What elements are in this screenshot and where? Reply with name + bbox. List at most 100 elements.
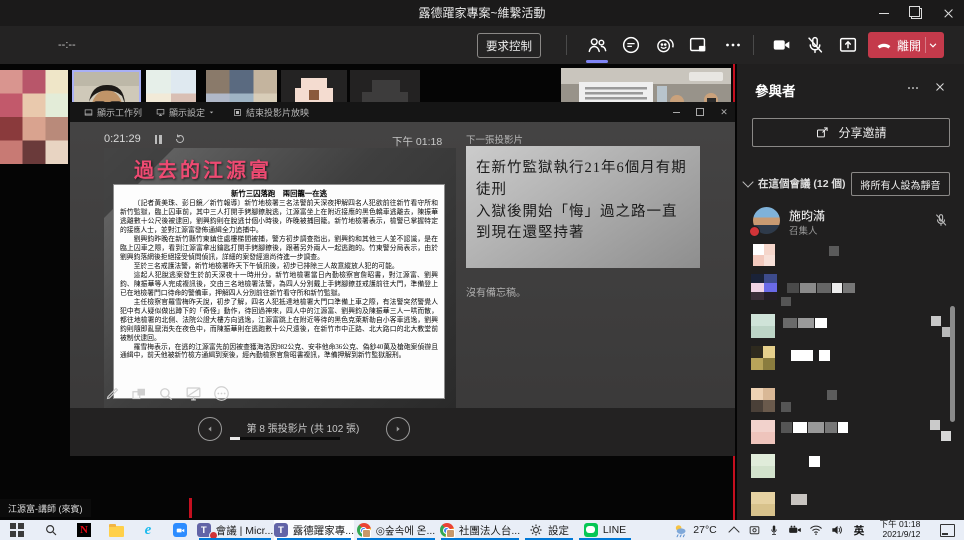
mic-off-icon[interactable]: [798, 29, 831, 61]
reactions-icon[interactable]: [648, 29, 681, 61]
close-icon[interactable]: [932, 0, 964, 26]
window-title: 露德躍家專案~維繫活動: [0, 0, 964, 26]
current-slide: 過去的江源富 新竹三囚落跑 兩回籠一在逃 〔記者黃美珠、彭日鏡／新竹報導〕新竹地…: [104, 148, 456, 408]
ppt-show-taskbar-button[interactable]: 顯示工作列: [84, 106, 142, 119]
maximize-icon[interactable]: [900, 0, 932, 26]
next-slide-icon[interactable]: [386, 417, 410, 441]
search-icon[interactable]: [34, 520, 68, 540]
weather-widget[interactable]: 27°C: [666, 520, 724, 540]
tray-camera-icon[interactable]: [784, 520, 806, 540]
taskbar-item-settings[interactable]: 設定: [522, 520, 576, 540]
leave-button[interactable]: 離開: [868, 32, 944, 58]
share-screen-icon[interactable]: [831, 29, 864, 61]
meeting-toolbar: --:-- 要求控制: [0, 26, 964, 64]
participant-name: 施昀滿: [789, 207, 825, 224]
ppt-window-chrome: 顯示工作列 顯示設定 結束投影片放映 ✕: [70, 102, 735, 122]
chevron-down-icon: [742, 176, 753, 187]
video-tile[interactable]: [0, 70, 68, 164]
request-control-button[interactable]: 要求控制: [477, 33, 541, 58]
status-busy-badge: [749, 226, 760, 237]
ppt-close-icon[interactable]: ✕: [717, 105, 731, 119]
taskbar-item-teams-meeting[interactable]: T 會議 | Micr...: [196, 520, 274, 540]
hang-up-icon: [875, 36, 893, 54]
ppt-display-settings-button[interactable]: 顯示設定: [156, 106, 219, 119]
tray-volume-icon[interactable]: [826, 520, 848, 540]
gear-icon: [529, 523, 543, 537]
notification-badge: [209, 531, 218, 540]
taskbar-item-line[interactable]: LINE: [576, 520, 634, 540]
weather-icon: [673, 523, 688, 538]
next-slide-preview[interactable]: 在新竹監獄執行21年6個月有期徒刑 入獄後開始「悔」過之路一直到現在還堅持著: [466, 146, 700, 268]
scrollbar[interactable]: [950, 306, 955, 422]
article-paragraph: 主任檢察官羅雪梅昨天說，初步了解，四名人犯抵達地檢署大門口準備上車之際，有法警突…: [120, 299, 438, 344]
more-tools-icon[interactable]: [212, 384, 231, 403]
participants-panel: 參與者 分享邀請 在這個會議 (12 個) 將所有人設為靜音 施昀滿 召集人: [737, 64, 964, 520]
meeting-timer: --:--: [58, 26, 76, 64]
slide-title: 過去的江源富: [134, 154, 272, 183]
participant-mic-off-icon[interactable]: [933, 212, 949, 228]
next-slide-label: 下一張投影片: [466, 132, 523, 146]
participant-role: 召集人: [789, 223, 818, 237]
pen-icon[interactable]: [104, 385, 121, 402]
divider: [753, 35, 754, 55]
netflix-icon[interactable]: N: [68, 520, 100, 540]
share-invite-button[interactable]: 分享邀請: [752, 118, 950, 147]
tray-expand-icon[interactable]: [724, 520, 744, 540]
shared-powerpoint-window: 顯示工作列 顯示設定 結束投影片放映 ✕ 0:21:29 下午 01:18: [70, 102, 735, 456]
participants-icon[interactable]: [580, 29, 613, 61]
article-paragraph: 羅雪梅表示，在逃的江源富先前因被查獲海洛因982公克、安非他命36公克、偽鈔40…: [120, 344, 438, 362]
start-button[interactable]: [0, 520, 34, 540]
pause-icon[interactable]: [155, 135, 162, 144]
slide-nav-strip: 第 8 張投影片 (共 102 張): [70, 408, 735, 456]
article-paragraph: 至於三名戒護法警，新竹地檢署昨天下午偵訊後，初步已排除三人故意縱放人犯的可能。: [120, 263, 438, 272]
previous-slide-icon[interactable]: [198, 417, 222, 441]
article-paragraph: 〔記者黃美珠、彭日鏡／新竹報導〕新竹地檢署三名法警前天深夜押解四名人犯欲前往新竹…: [120, 200, 438, 236]
windows-taskbar: N e T 會議 | Micr... T露德躍家專... ◎숲속에 온... 社…: [0, 520, 964, 540]
window-titlebar: 露德躍家專案~維繫活動: [0, 0, 964, 26]
participant-list-anonymized[interactable]: [745, 242, 960, 522]
chevron-down-icon[interactable]: [926, 38, 940, 52]
tray-wifi-icon[interactable]: [806, 520, 826, 540]
minimize-icon[interactable]: [868, 0, 900, 26]
tray-mic-icon[interactable]: [764, 520, 784, 540]
mute-all-button[interactable]: 將所有人設為靜音: [851, 172, 950, 196]
magnifier-icon[interactable]: [157, 385, 175, 403]
restart-timer-icon[interactable]: [174, 133, 186, 145]
panel-title: 參與者: [755, 80, 796, 100]
action-center-icon[interactable]: [930, 520, 964, 540]
panel-close-icon[interactable]: [933, 80, 947, 94]
chat-icon[interactable]: [614, 29, 647, 61]
notes-placeholder: 沒有備忘稿。: [466, 284, 526, 299]
active-panel-underline: [586, 60, 608, 63]
tray-input-language[interactable]: 英: [848, 520, 870, 540]
taskbar-item-teams-app[interactable]: T露德躍家專...: [274, 520, 354, 540]
next-slide-text: 入獄後開始「悔」過之路一直到現在還堅持著: [476, 202, 690, 246]
leave-label: 離開: [897, 37, 921, 54]
article-headline: 新竹三囚落跑 兩回籠一在逃: [120, 188, 438, 199]
slides-grid-icon[interactable]: [130, 385, 148, 403]
camera-icon[interactable]: [765, 29, 798, 61]
breakout-rooms-icon[interactable]: [681, 29, 714, 61]
file-explorer-icon[interactable]: [100, 520, 132, 540]
ppt-clock: 下午 01:18: [392, 134, 442, 149]
screen-share-border: [189, 498, 192, 518]
ppt-end-show-button[interactable]: 結束投影片放映: [233, 106, 309, 119]
ppt-timer-row: 0:21:29: [104, 132, 186, 146]
zoom-app-icon[interactable]: [164, 520, 196, 540]
ppt-minimize-icon[interactable]: [669, 105, 683, 119]
article-paragraph: 劉興鈞昨晚在新竹縣竹東鎮住處樓梯間被捕，警方初步調查指出，劉興鈞和其他三人並不認…: [120, 236, 438, 263]
line-icon: [584, 523, 598, 537]
taskbar-clock[interactable]: 下午 01:18 2021/9/12: [870, 520, 930, 540]
panel-more-icon[interactable]: [905, 80, 921, 96]
taskbar-item-chrome-2[interactable]: 社團法人台...: [438, 520, 522, 540]
taskbar-item-chrome-1[interactable]: ◎숲속에 온...: [354, 520, 438, 540]
participant-row[interactable]: 施昀滿 召集人: [747, 204, 954, 242]
tray-display-icon[interactable]: [744, 520, 764, 540]
slide-article: 新竹三囚落跑 兩回籠一在逃 〔記者黃美珠、彭日鏡／新竹報導〕新竹地檢署三名法警前…: [113, 184, 445, 399]
internet-explorer-icon[interactable]: e: [132, 520, 164, 540]
black-screen-icon[interactable]: [184, 384, 203, 403]
more-options-icon[interactable]: [716, 29, 749, 61]
in-meeting-section-header[interactable]: 在這個會議 (12 個): [742, 176, 846, 191]
slide-counter: 第 8 張投影片 (共 102 張): [228, 420, 378, 435]
ppt-maximize-icon[interactable]: [693, 105, 707, 119]
